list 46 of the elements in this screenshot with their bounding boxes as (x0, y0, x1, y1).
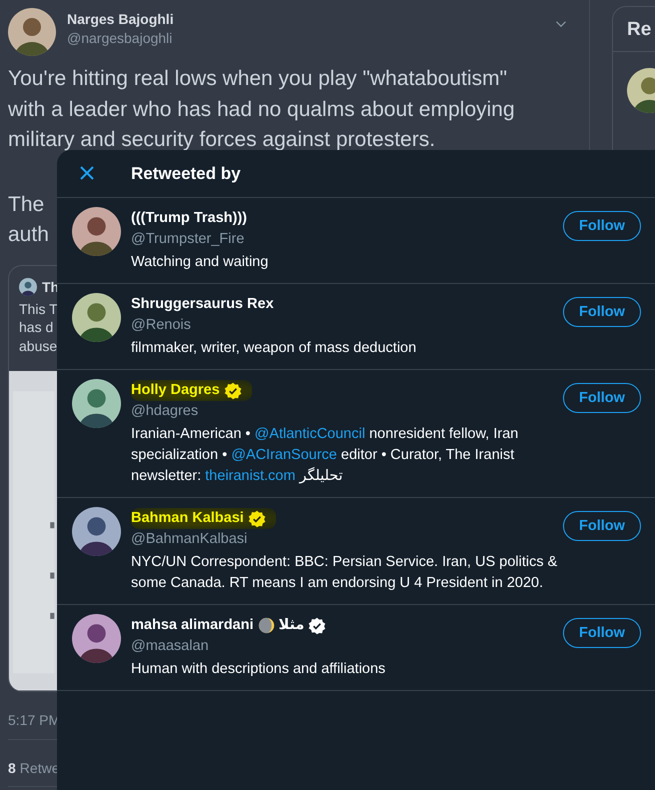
user-bio: Watching and waiting (131, 253, 270, 272)
quoted-tweet-text: This T (19, 300, 58, 318)
user-bio: Human with descriptions and affiliations (131, 660, 386, 679)
user-name-suffix: مثلا (278, 616, 304, 635)
bio-link[interactable]: @AtlanticCouncil (254, 426, 366, 442)
user-bio: filmmaker, writer, weapon of mass deduction (131, 339, 418, 358)
avatar (72, 207, 121, 256)
tweet-text: You're hitting real lows when you play "whataboutism" (8, 66, 508, 92)
user-row[interactable]: Shruggersaurus Rex @Renois filmmaker, writer, weapon of mass deduction Follow (57, 284, 655, 370)
user-name[interactable]: Shruggersaurus Rex (131, 295, 274, 314)
bio-link[interactable]: theiranist.com (205, 468, 296, 484)
bio-link[interactable]: @ACIranSource (231, 447, 337, 463)
close-icon (79, 164, 95, 180)
user-row[interactable]: (((Trump Trash))) @Trumpster_Fire Watching and waiting Follow (57, 198, 655, 284)
avatar (72, 379, 121, 428)
user-handle[interactable]: @Trumpster_Fire (131, 229, 563, 249)
follow-button[interactable]: Follow (563, 618, 641, 648)
panel-title: Re (613, 7, 655, 52)
retweet-count[interactable]: 8 (8, 760, 16, 776)
user-handle[interactable]: @maasalan (131, 636, 563, 656)
user-handle[interactable]: @BahmanKalbasi (131, 529, 563, 549)
author-handle[interactable]: @nargesbajoghli (67, 28, 555, 48)
user-handle[interactable]: @hdagres (131, 401, 563, 421)
dialog-title: Retweeted by (131, 164, 241, 184)
follow-button[interactable]: Follow (563, 297, 641, 327)
quoted-tweet-text: abuse (19, 336, 58, 355)
user-handle[interactable]: @Renois (131, 315, 563, 335)
tweet-text: with a leader who has had no qualms about employing (8, 96, 515, 122)
follow-button[interactable]: Follow (563, 211, 641, 241)
user-name[interactable]: (((Trump Trash))) (131, 209, 247, 228)
avatar (19, 278, 37, 296)
author-name[interactable]: Narges Bajoghli (67, 10, 555, 28)
tweet-text: The (8, 192, 44, 218)
avatar (72, 293, 121, 342)
user-name[interactable]: mahsa alimardani (131, 616, 254, 635)
avatar (72, 614, 121, 663)
quoted-tweet-text: has d (19, 318, 54, 336)
tweet-text: military and security forces against protesters. (8, 127, 436, 153)
follow-button[interactable]: Follow (563, 383, 641, 413)
avatar (8, 8, 56, 56)
follow-button[interactable]: Follow (563, 511, 641, 541)
user-bio: NYC/UN Correspondent: BBC: Persian Service. Iran, US politics & some Canada. RT means I am endorsing U 4 President in 2020. (131, 553, 558, 593)
tweet-text: auth (8, 222, 49, 248)
avatar (72, 507, 121, 556)
user-row[interactable]: Bahman Kalbasi @BahmanKalbasi NYC/UN Correspondent: BBC: Persian Service. Iran, US politics & some Canada. RT means I am endorsing U 4 President in 2020. Follow (57, 498, 655, 605)
chevron-down-icon (555, 20, 567, 28)
